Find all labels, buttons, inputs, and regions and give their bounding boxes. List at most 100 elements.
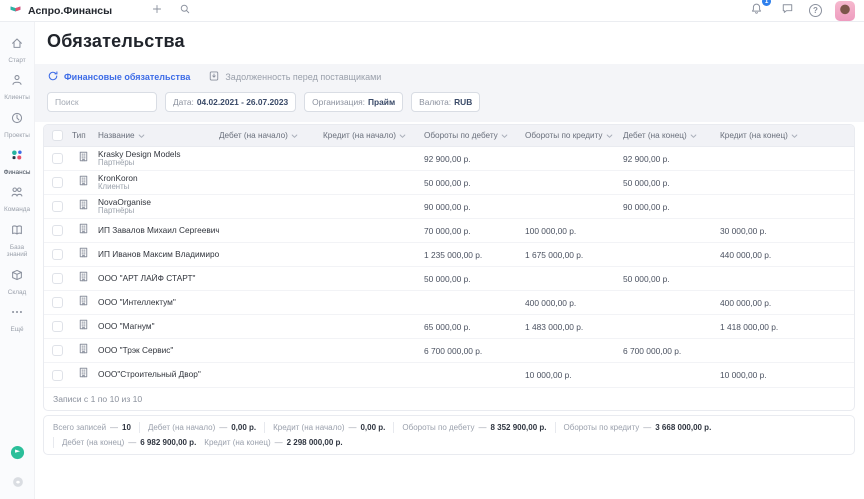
row-checkbox[interactable] — [52, 321, 63, 332]
sidebar-item[interactable]: Финансы — [0, 144, 35, 181]
obligations-table: Тип Название Дебет (на начало) Кредит (н… — [43, 124, 855, 411]
totals-bar: Всего записей — 10 Дебет (на начало) — 0… — [43, 415, 855, 455]
debit-end-value: 6 700 000,00 р. — [623, 346, 720, 356]
sort-chevron-icon[interactable] — [291, 134, 298, 139]
support-chat-widget-icon[interactable] — [10, 445, 25, 465]
row-checkbox[interactable] — [52, 249, 63, 260]
row-checkbox[interactable] — [52, 153, 63, 164]
chat-button[interactable] — [778, 2, 796, 20]
column-header[interactable]: Кредит (на начало) — [323, 131, 424, 140]
table-row[interactable]: ООО "Интеллектум" 400 000,00 р. 400 000,… — [44, 291, 854, 315]
row-type-cell — [72, 270, 98, 288]
debit-turnover-value: 50 000,00 р. — [424, 274, 525, 284]
pagination-text: Записи с 1 по 10 из 10 — [53, 394, 142, 404]
sidebar-item[interactable]: Старт — [0, 32, 35, 69]
organization-icon — [77, 222, 90, 240]
counterparty-name[interactable]: ИП Иванов Максим Владимирович — [98, 250, 219, 259]
subtabs: Финансовые обязательства Задолженность п… — [47, 64, 852, 88]
filters-row: Дата: 04.02.2021 - 26.07.2023 Организаци… — [47, 88, 852, 122]
debit-turnover-value: 6 700 000,00 р. — [424, 346, 525, 356]
assistant-widget-icon[interactable] — [12, 475, 24, 493]
filter-chip[interactable]: Организация: Прайм — [304, 92, 403, 112]
counterparty-name[interactable]: ООО "Интеллектум" — [98, 298, 219, 307]
row-checkbox[interactable] — [52, 201, 63, 212]
table-row[interactable]: ООО "АРТ ЛАЙФ СТАРТ" 50 000,00 р. 50 000… — [44, 267, 854, 291]
column-header[interactable]: Название — [98, 131, 219, 140]
search-input[interactable] — [47, 92, 157, 112]
sidebar-item[interactable]: База знаний — [0, 219, 35, 264]
row-checkbox[interactable] — [52, 370, 63, 381]
sidebar-item-icon — [10, 268, 24, 287]
sort-chevron-icon[interactable] — [791, 134, 798, 139]
table-row[interactable]: ООО "Магнум" 65 000,00 р. 1 483 000,00 р… — [44, 315, 854, 339]
filter-chip-value: 04.02.2021 - 26.07.2023 — [197, 97, 288, 107]
row-checkbox[interactable] — [52, 177, 63, 188]
organization-icon — [77, 246, 90, 264]
add-button[interactable] — [148, 2, 166, 20]
sort-chevron-icon[interactable] — [501, 134, 508, 139]
row-type-cell — [72, 342, 98, 360]
counterparty-category: Партнёры — [98, 207, 219, 216]
row-checkbox[interactable] — [52, 345, 63, 356]
subtab-label: Финансовые обязательства — [64, 72, 190, 82]
row-checkbox-cell — [44, 225, 72, 236]
column-header[interactable]: Дебет (на начало) — [219, 131, 323, 140]
subtab[interactable]: Задолженность перед поставщиками — [208, 70, 381, 84]
sidebar-item[interactable]: Проекты — [0, 107, 35, 144]
sidebar-item-icon — [10, 305, 24, 324]
row-checkbox[interactable] — [52, 297, 63, 308]
row-name-cell: ООО"Строительный Двор" — [98, 370, 219, 379]
counterparty-name[interactable]: ООО"Строительный Двор" — [98, 370, 219, 379]
select-all-checkbox[interactable] — [52, 130, 63, 141]
table-row[interactable]: NovaOrganise Партнёры 90 000,00 р. 90 00… — [44, 195, 854, 219]
table-row[interactable]: KronKoron Клиенты 50 000,00 р. 50 000,00… — [44, 171, 854, 195]
table-row[interactable]: ООО "Трэк Сервис" 6 700 000,00 р. 6 700 … — [44, 339, 854, 363]
debit-end-value: 50 000,00 р. — [623, 178, 720, 188]
sidebar-item[interactable]: Ещё — [0, 301, 35, 338]
counterparty-name[interactable]: ООО "Трэк Сервис" — [98, 346, 219, 355]
filter-chips: Дата: 04.02.2021 - 26.07.2023 Организаци… — [165, 92, 480, 112]
filter-chip[interactable]: Валюта: RUB — [411, 92, 480, 112]
sidebar-item[interactable]: Команда — [0, 181, 35, 218]
sort-chevron-icon[interactable] — [690, 134, 697, 139]
subtab-label: Задолженность перед поставщиками — [225, 72, 381, 82]
column-header-label: Название — [98, 131, 135, 140]
filter-chip[interactable]: Дата: 04.02.2021 - 26.07.2023 — [165, 92, 296, 112]
column-header[interactable]: Кредит (на конец) — [720, 131, 854, 140]
totals-item-dash: — — [219, 422, 227, 433]
table-row[interactable]: ИП Завалов Михаил Сергеевич 70 000,00 р.… — [44, 219, 854, 243]
totals-item-label: Обороты по кредиту — [564, 422, 640, 433]
counterparty-name[interactable]: ООО "Магнум" — [98, 322, 219, 331]
counterparty-name[interactable]: ИП Завалов Михаил Сергеевич — [98, 226, 219, 235]
sort-chevron-icon[interactable] — [399, 134, 406, 139]
column-header-label: Дебет (на начало) — [219, 131, 288, 140]
totals-item-value: 3 668 000,00 р. — [655, 422, 711, 433]
totals-item: Кредит (на конец) — 2 298 000,00 р. — [204, 437, 350, 448]
debit-end-value: 92 900,00 р. — [623, 154, 720, 164]
column-header[interactable]: Тип — [72, 131, 98, 140]
row-checkbox[interactable] — [52, 273, 63, 284]
subtab[interactable]: Финансовые обязательства — [47, 70, 190, 84]
sidebar-item[interactable]: Склад — [0, 264, 35, 301]
sort-chevron-icon[interactable] — [138, 134, 145, 139]
column-header[interactable]: Обороты по кредиту — [525, 131, 623, 140]
notifications-button[interactable]: 1 — [747, 2, 765, 20]
table-row[interactable]: ИП Иванов Максим Владимирович 1 235 000,… — [44, 243, 854, 267]
totals-item-dash: — — [348, 422, 356, 433]
row-name-cell: ИП Иванов Максим Владимирович — [98, 250, 219, 259]
user-avatar[interactable] — [835, 1, 855, 21]
search-button[interactable] — [176, 2, 194, 20]
table-row[interactable]: ООО"Строительный Двор" 10 000,00 р. 10 0… — [44, 363, 854, 387]
credit-turnover-value: 1 675 000,00 р. — [525, 250, 623, 260]
sidebar: Старт Клиенты Проекты Финансы Команда Ба… — [0, 22, 35, 499]
sidebar-item[interactable]: Клиенты — [0, 69, 35, 106]
sort-chevron-icon[interactable] — [606, 134, 613, 139]
column-header[interactable]: Обороты по дебету — [424, 131, 525, 140]
table-row[interactable]: Krasky Design Models Партнёры 92 900,00 … — [44, 147, 854, 171]
debit-turnover-value: 70 000,00 р. — [424, 226, 525, 236]
column-header[interactable]: Дебет (на конец) — [623, 131, 720, 140]
help-button[interactable]: ? — [809, 4, 822, 17]
row-checkbox[interactable] — [52, 225, 63, 236]
counterparty-name[interactable]: ООО "АРТ ЛАЙФ СТАРТ" — [98, 274, 219, 283]
column-header-label: Обороты по дебету — [424, 131, 498, 140]
